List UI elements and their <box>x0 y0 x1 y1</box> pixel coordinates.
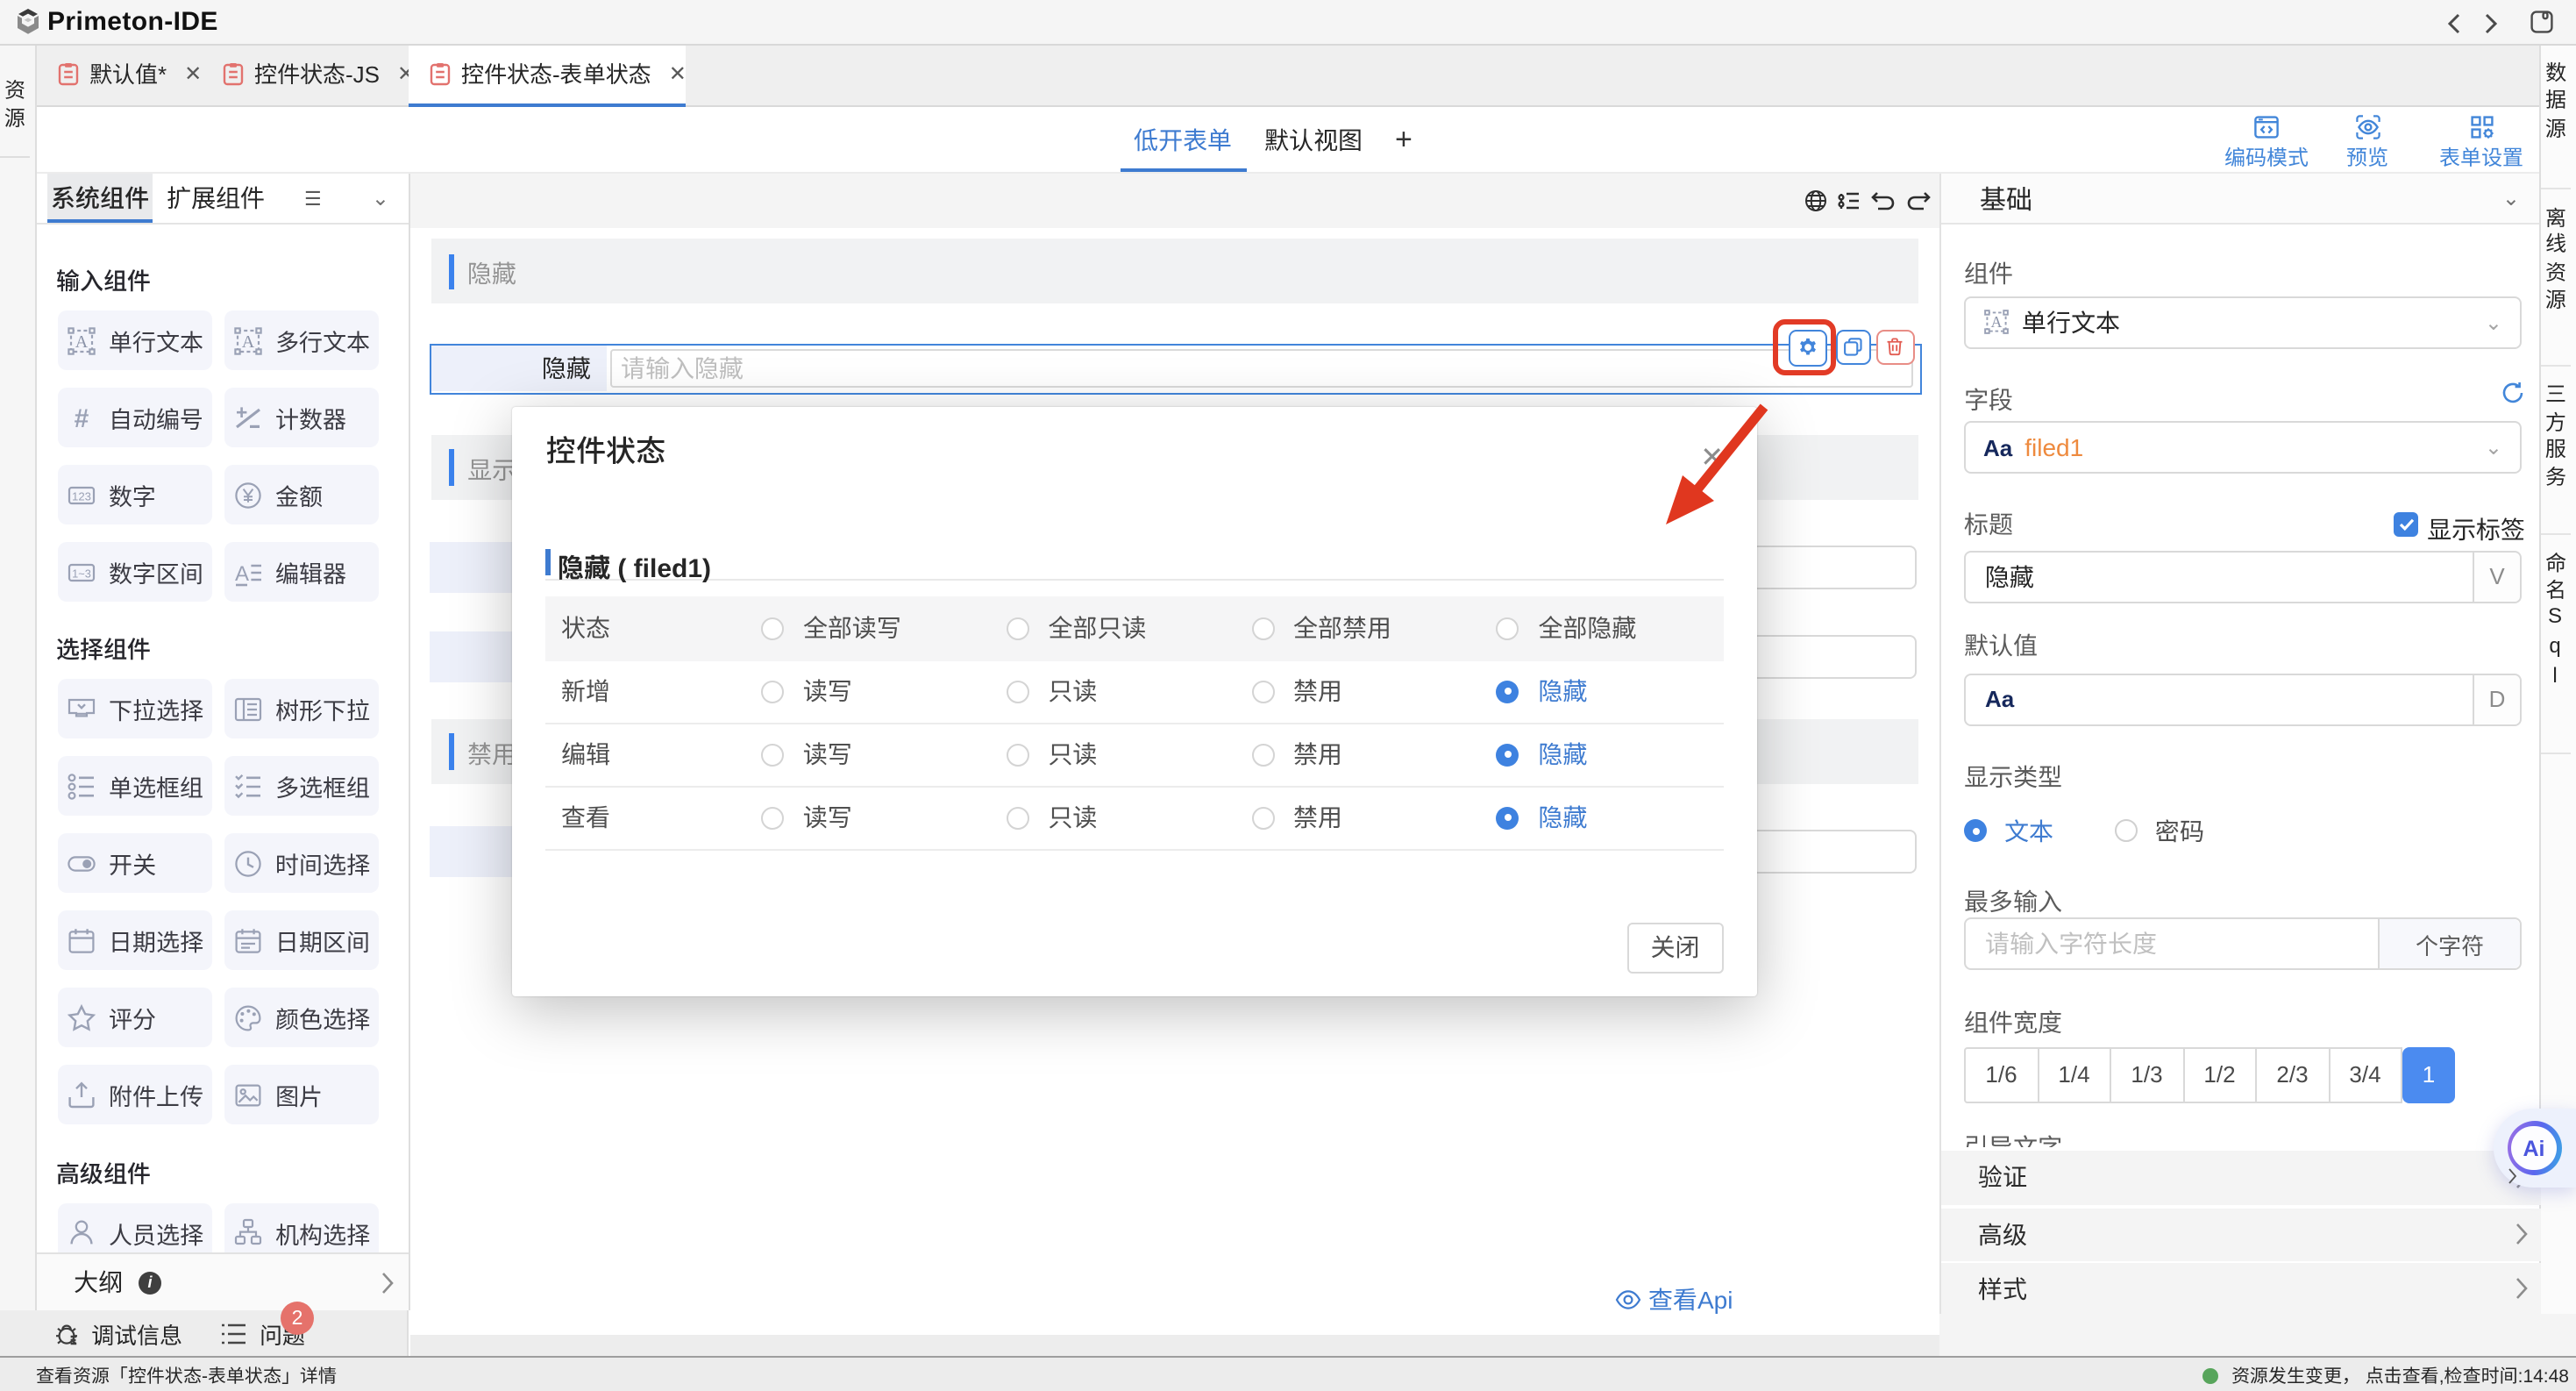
svg-text:A: A <box>242 332 255 351</box>
svg-text:A: A <box>235 561 249 585</box>
svg-text:A: A <box>75 332 89 351</box>
svg-text:A: A <box>1991 313 2003 331</box>
svg-text:#: # <box>75 403 89 432</box>
svg-text:1~3: 1~3 <box>72 566 91 579</box>
svg-text:123: 123 <box>72 489 91 503</box>
